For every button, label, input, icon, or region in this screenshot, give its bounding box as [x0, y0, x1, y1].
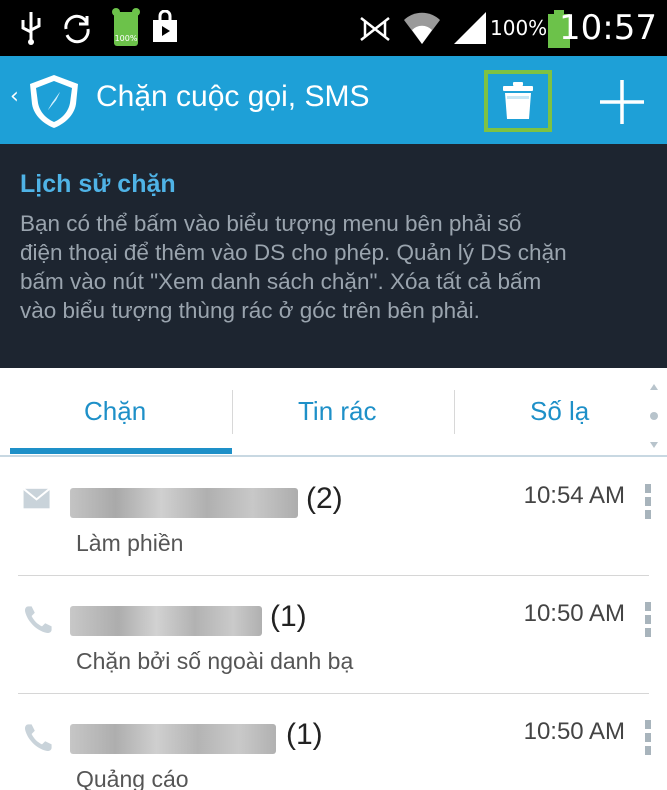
- item-time: 10:50 AM: [523, 718, 625, 745]
- action-bar: ‹ Chặn cuộc gọi, SMS: [0, 56, 667, 144]
- shopping-bag-icon: [153, 10, 177, 42]
- info-line: bấm vào nút "Xem danh sách chặn". Xóa tấ…: [20, 269, 542, 294]
- phone-icon: [24, 606, 52, 634]
- list-item[interactable]: (1) 10:50 AM Chặn bởi số ngoài danh bạ: [0, 576, 667, 694]
- tab-bar: Chặn Tin rác Số lạ: [0, 368, 667, 458]
- selected-tab-indicator: [10, 448, 232, 454]
- status-time: 10:57: [559, 8, 657, 48]
- battery-small-label: 100%: [114, 34, 138, 43]
- tab-scroll-indicator-icon[interactable]: [646, 376, 662, 452]
- info-text: Bạn có thể bấm vào biểu tượng menu bên p…: [20, 209, 647, 325]
- item-time: 10:54 AM: [523, 482, 625, 509]
- item-count: (1): [270, 600, 307, 633]
- info-line: vào biểu tượng thùng rác ở góc trên bên …: [20, 298, 480, 323]
- wifi-icon: [404, 12, 440, 44]
- info-line: điện thoại để thêm vào DS cho phép. Quản…: [20, 240, 567, 265]
- info-line: Bạn có thể bấm vào biểu tượng menu bên p…: [20, 211, 522, 236]
- overflow-menu-icon[interactable]: [643, 600, 653, 640]
- message-icon: [22, 488, 51, 509]
- sync-icon: [64, 14, 90, 44]
- blurred-phone-number: [70, 724, 276, 754]
- tab-blocked[interactable]: Chặn: [84, 396, 146, 427]
- info-title: Lịch sử chặn: [20, 170, 176, 198]
- item-reason: Chặn bởi số ngoài danh bạ: [76, 648, 354, 674]
- blurred-phone-number: [70, 606, 262, 636]
- item-time: 10:50 AM: [523, 600, 625, 627]
- app-title: Chặn cuộc gọi, SMS: [96, 80, 370, 113]
- battery-percent: 100%: [490, 16, 548, 40]
- phone-icon: [24, 724, 52, 752]
- blurred-phone-number: [70, 488, 298, 518]
- trash-icon: [503, 82, 533, 119]
- list-item[interactable]: (1) 10:50 AM Quảng cáo: [0, 694, 667, 790]
- item-reason: Làm phiền: [76, 530, 184, 556]
- mute-icon: [360, 17, 390, 41]
- tab-spam[interactable]: Tin rác: [298, 396, 377, 427]
- list-item[interactable]: (2) 10:54 AM Làm phiền: [0, 458, 667, 576]
- android-battery-icon: 100%: [112, 8, 140, 48]
- delete-all-button[interactable]: [484, 70, 552, 132]
- info-panel: Lịch sử chặn Bạn có thể bấm vào biểu tượ…: [0, 144, 667, 368]
- item-reason: Quảng cáo: [76, 766, 189, 790]
- tab-unknown[interactable]: Số lạ: [530, 396, 589, 427]
- tab-bar-divider: [0, 455, 667, 457]
- signal-icon: [454, 12, 486, 44]
- overflow-menu-icon[interactable]: [643, 718, 653, 758]
- plus-icon[interactable]: [598, 78, 646, 126]
- item-count: (1): [286, 718, 323, 751]
- usb-icon: [21, 12, 41, 45]
- status-bar: 100% 100% 10:57: [0, 0, 667, 56]
- item-count: (2): [306, 482, 343, 515]
- back-chevron-icon[interactable]: ‹: [10, 84, 19, 109]
- overflow-menu-icon[interactable]: [643, 482, 653, 522]
- shield-logo-icon[interactable]: [26, 72, 82, 130]
- tab-divider: [454, 390, 455, 434]
- tab-divider: [232, 390, 233, 434]
